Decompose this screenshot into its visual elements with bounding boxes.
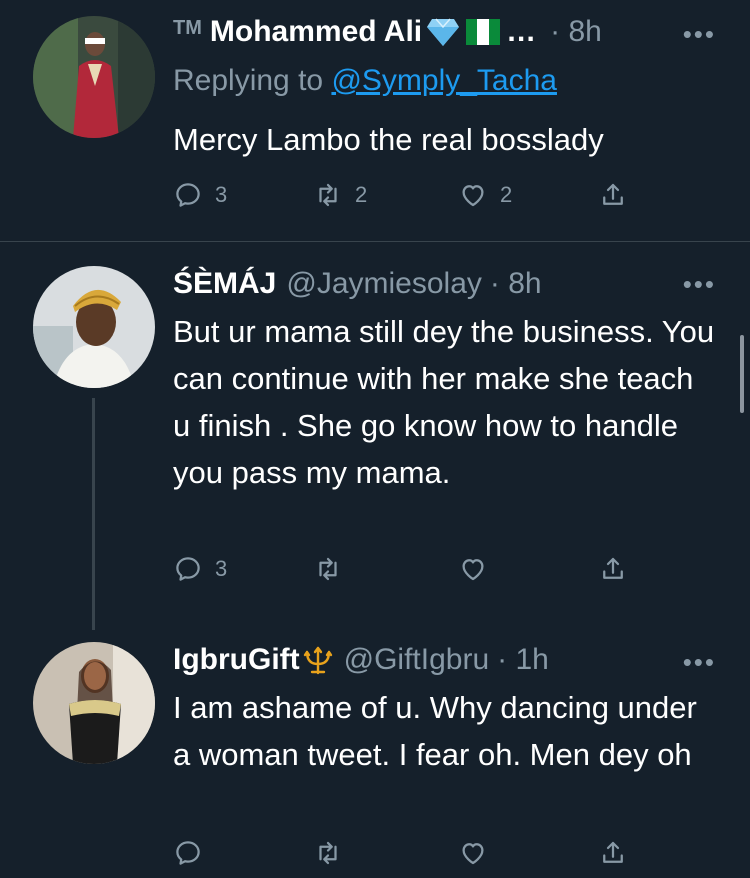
replying-prefix: Replying to	[173, 64, 324, 97]
tweet-header: TM Mohammed Ali … · 8h	[173, 12, 720, 52]
tweet-semaj[interactable]: ŚÈMÁJ @Jaymiesolay · 8h ••• But ur mama …	[0, 242, 750, 632]
trident-icon	[302, 644, 334, 676]
retweet-icon	[319, 841, 337, 865]
share-button[interactable]	[598, 554, 628, 584]
tweet-mohammed-ali[interactable]: TM Mohammed Ali … · 8h ••• Replying to @…	[0, 0, 750, 240]
share-button[interactable]	[598, 180, 628, 210]
tweet-actions: 3 2 2	[173, 180, 643, 220]
like-button[interactable]: 2	[458, 180, 512, 210]
tweet-header: IgbruGift @GiftIgbru · 1h	[173, 640, 720, 680]
retweet-button[interactable]	[313, 838, 355, 868]
diamond-icon	[426, 17, 460, 47]
more-icon[interactable]: •••	[683, 649, 716, 675]
reply-icon	[176, 841, 200, 865]
reply-button[interactable]: 3	[173, 554, 227, 584]
like-icon	[462, 185, 484, 207]
reply-icon	[176, 183, 200, 207]
tweet-text: But ur mama still dey the business. You …	[173, 314, 715, 490]
avatar-image	[33, 16, 155, 138]
replying-to-handle[interactable]: @Symply_Tacha	[331, 64, 557, 97]
retweet-button[interactable]	[313, 554, 355, 584]
share-icon	[603, 183, 623, 205]
display-name[interactable]: Mohammed Ali	[210, 15, 422, 49]
like-button[interactable]	[458, 554, 500, 584]
replying-to: Replying to @Symply_Tacha	[173, 64, 557, 98]
like-icon	[462, 843, 484, 865]
reply-button[interactable]	[173, 838, 215, 868]
tweet-text: Mercy Lambo the real bosslady	[173, 122, 604, 157]
like-button[interactable]	[458, 838, 500, 868]
handle[interactable]: @Jaymiesolay	[286, 267, 482, 301]
tweet-actions	[173, 838, 643, 878]
share-icon	[603, 557, 623, 579]
more-icon[interactable]: •••	[683, 271, 716, 297]
retweet-icon	[319, 183, 337, 207]
avatar[interactable]	[33, 266, 155, 388]
reply-button[interactable]: 3	[173, 180, 227, 210]
display-name-truncation: …	[506, 15, 537, 48]
retweet-button[interactable]: 2	[313, 180, 367, 210]
display-name[interactable]: ŚÈMÁJ	[173, 267, 276, 301]
tweet-time[interactable]: · 8h	[550, 15, 602, 49]
like-count: 2	[500, 182, 513, 207]
tweet-text: I am ashame of u. Why dancing under a wo…	[173, 690, 697, 772]
tweet-igbrugift[interactable]: IgbruGift @GiftIgbru · 1h ••• I am asham…	[0, 632, 750, 876]
display-name[interactable]: IgbruGift	[173, 643, 300, 677]
share-icon	[603, 841, 623, 863]
tweet-actions: 3	[173, 554, 643, 594]
tweet-time[interactable]: · 1h	[497, 643, 549, 677]
avatar-image	[33, 266, 155, 388]
nigeria-flag-icon	[466, 19, 501, 45]
reply-count: 3	[215, 556, 228, 581]
scrollbar[interactable]	[740, 335, 744, 413]
handle[interactable]: @GiftIgbru	[344, 643, 490, 677]
avatar[interactable]	[33, 16, 155, 138]
thread-line	[92, 398, 95, 630]
retweet-icon	[319, 557, 337, 581]
avatar-image	[33, 642, 155, 764]
tweet-time[interactable]: · 8h	[490, 267, 542, 301]
tm-mark: TM	[173, 16, 202, 39]
like-icon	[462, 559, 484, 581]
tweet-header: ŚÈMÁJ @Jaymiesolay · 8h	[173, 264, 720, 304]
share-button[interactable]	[598, 838, 628, 868]
retweet-count: 2	[355, 182, 368, 207]
avatar[interactable]	[33, 642, 155, 764]
more-icon[interactable]: •••	[683, 21, 716, 47]
reply-icon	[176, 557, 200, 581]
reply-count: 3	[215, 182, 228, 207]
